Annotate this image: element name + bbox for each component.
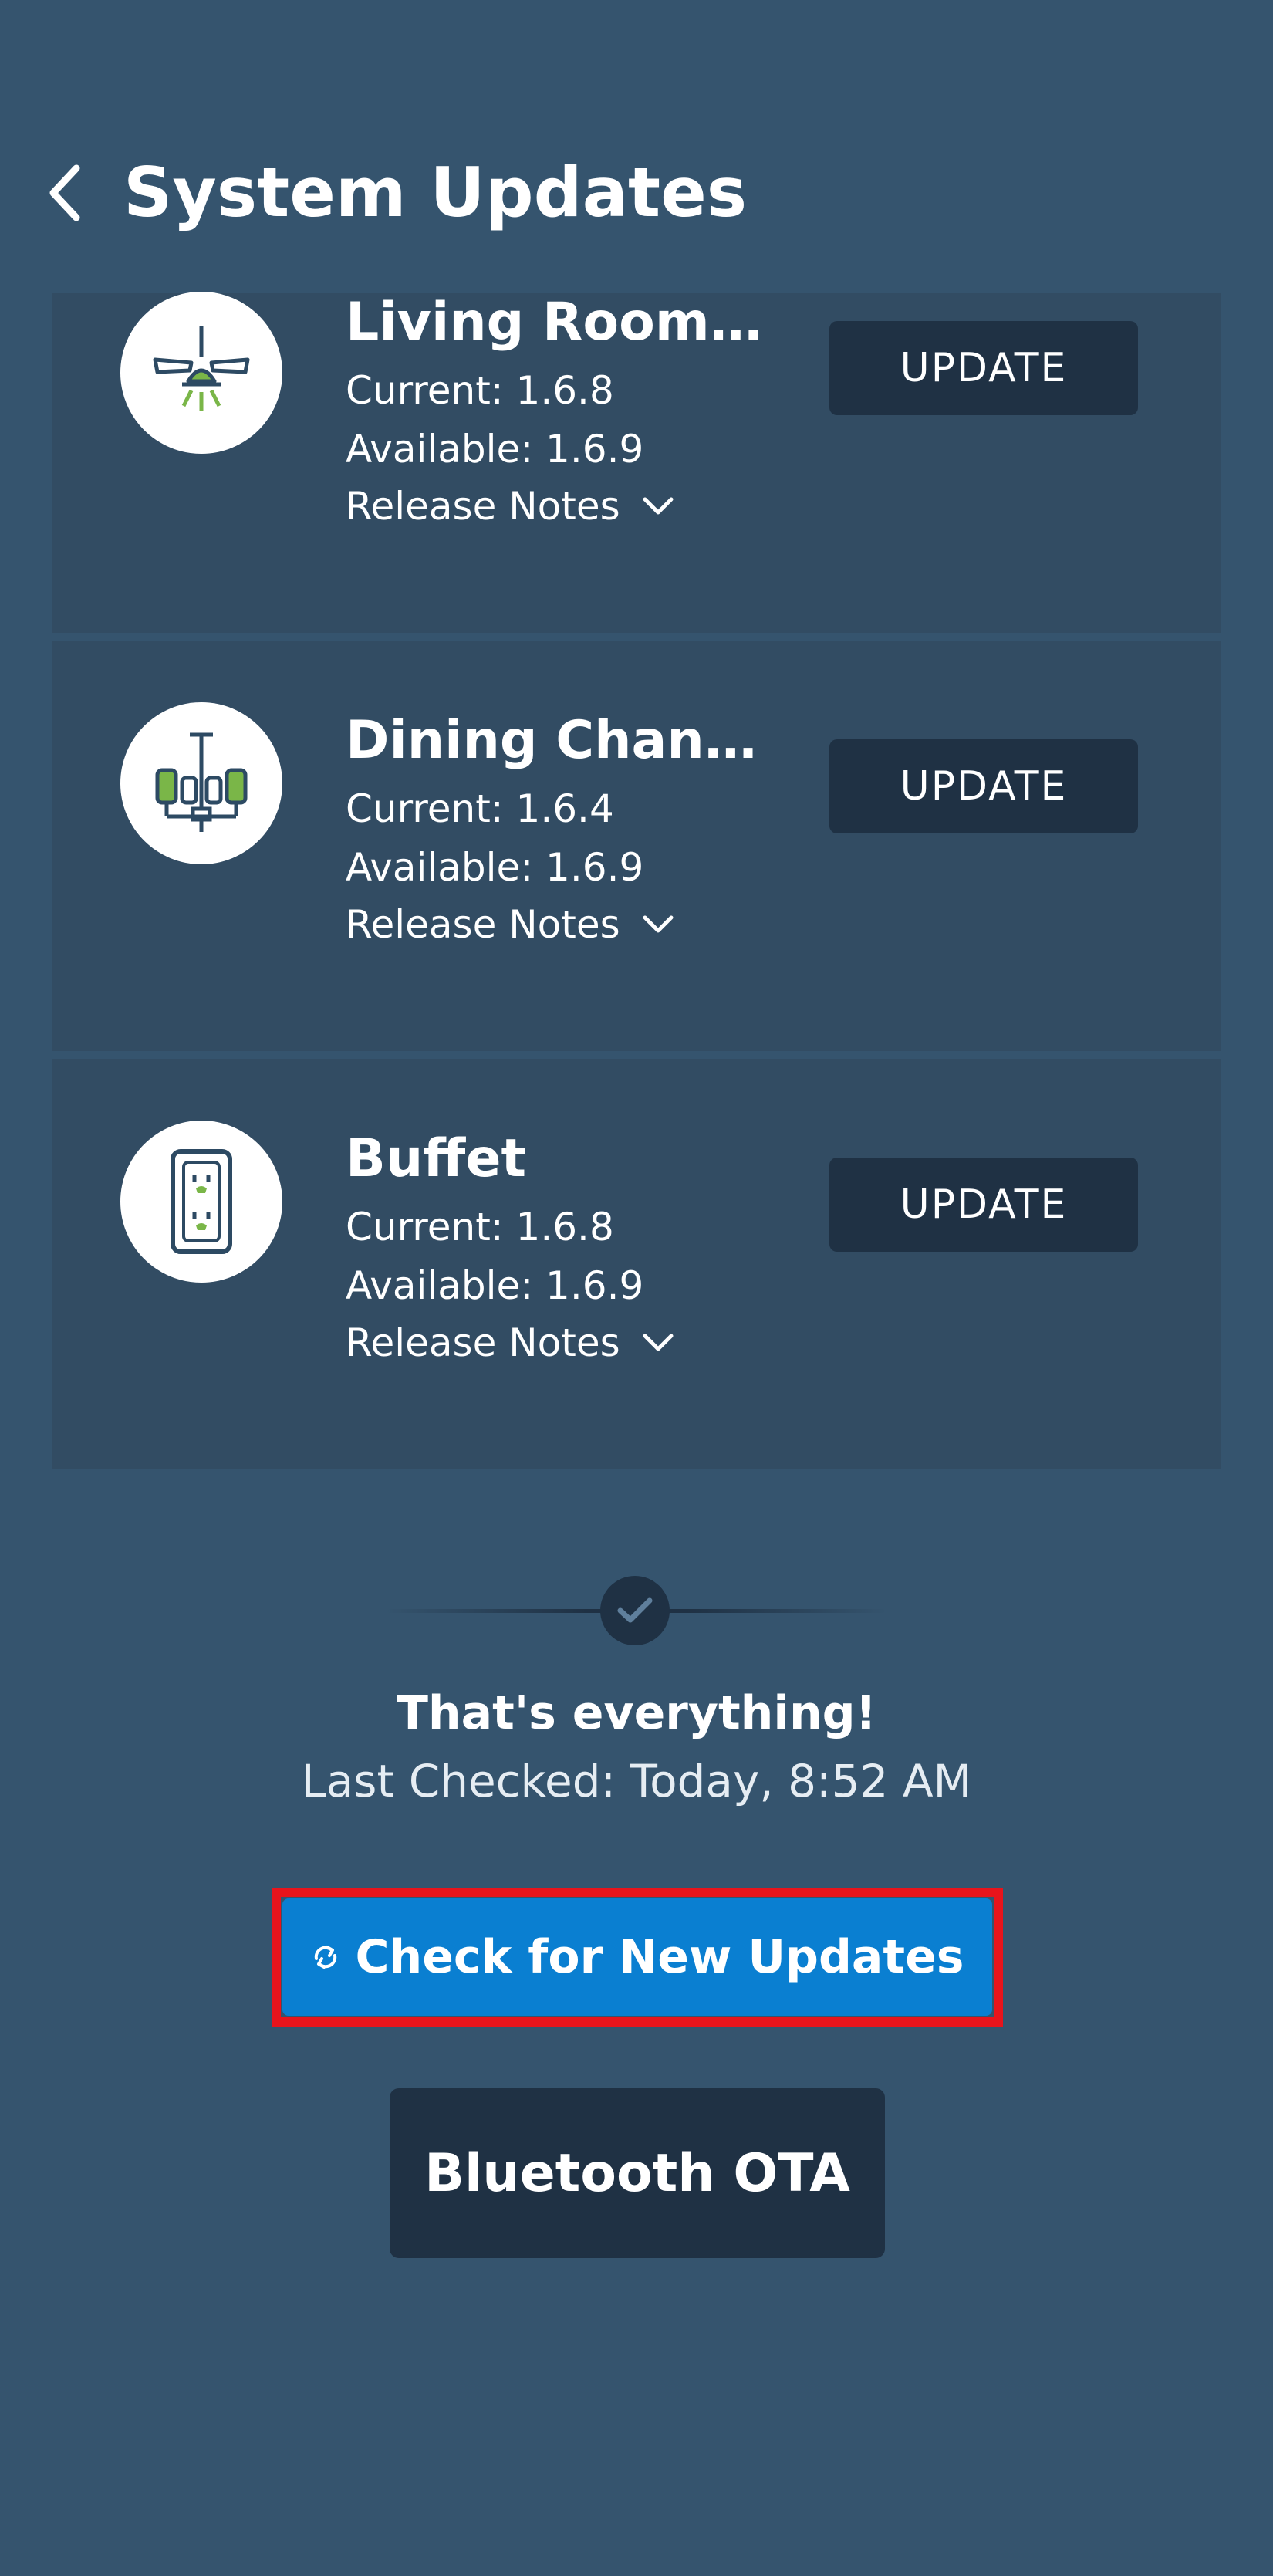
update-button[interactable]: UPDATE [829, 1158, 1138, 1252]
check-badge [600, 1576, 670, 1645]
release-notes-label: Release Notes [346, 902, 620, 947]
back-button[interactable] [37, 158, 93, 228]
device-info: Dining Chand... Current: 1.6.4 Available… [346, 702, 778, 952]
checkmark-icon [617, 1597, 653, 1623]
update-button[interactable]: UPDATE [829, 739, 1138, 833]
end-of-list-indicator [386, 1576, 887, 1645]
chevron-down-icon [643, 1334, 674, 1351]
release-notes-toggle[interactable]: Release Notes [346, 1315, 778, 1371]
chevron-down-icon [643, 915, 674, 933]
device-card: Buffet Current: 1.6.8 Available: 1.6.9 R… [52, 1059, 1221, 1469]
available-version: Available: 1.6.9 [346, 1263, 644, 1308]
available-version: Available: 1.6.9 [346, 427, 644, 472]
ceiling-fan-icon [153, 326, 250, 411]
header: System Updates [0, 147, 1273, 239]
chevron-down-icon [643, 497, 674, 515]
chevron-left-icon [49, 164, 80, 221]
page-title: System Updates [123, 153, 748, 232]
device-avatar [120, 1121, 282, 1283]
current-version: Current: 1.6.4 [346, 786, 614, 831]
release-notes-toggle[interactable]: Release Notes [346, 478, 778, 534]
device-info: Buffet Current: 1.6.8 Available: 1.6.9 R… [346, 1121, 778, 1371]
check-for-updates-button[interactable]: Check for New Updates [282, 1898, 992, 2016]
bluetooth-ota-button[interactable]: Bluetooth OTA [390, 2088, 885, 2258]
device-name: Dining Chand... [346, 710, 778, 771]
refresh-icon [315, 1946, 337, 1969]
release-notes-label: Release Notes [346, 484, 620, 529]
status-title: That's everything! [397, 1686, 876, 1740]
release-notes-label: Release Notes [346, 1320, 620, 1365]
device-name: Living Room F... [346, 292, 778, 353]
device-name: Buffet [346, 1128, 526, 1189]
release-notes-toggle[interactable]: Release Notes [346, 897, 778, 952]
device-info: Living Room F... Current: 1.6.8 Availabl… [346, 284, 778, 534]
check-for-updates-label: Check for New Updates [355, 1930, 964, 1984]
device-update-list[interactable]: Living Room F... Current: 1.6.8 Availabl… [52, 292, 1221, 1477]
current-version: Current: 1.6.8 [346, 1205, 614, 1249]
update-button[interactable]: UPDATE [829, 321, 1138, 415]
outlet-icon [171, 1149, 232, 1254]
available-version: Available: 1.6.9 [346, 845, 644, 890]
chandelier-icon [155, 732, 248, 832]
device-card: Living Room F... Current: 1.6.8 Availabl… [52, 292, 1221, 633]
current-version: Current: 1.6.8 [346, 368, 614, 413]
device-avatar [120, 702, 282, 864]
device-card: Dining Chand... Current: 1.6.4 Available… [52, 641, 1221, 1051]
device-avatar [120, 292, 282, 454]
last-checked-text: Last Checked: Today, 8:52 AM [301, 1755, 972, 1807]
